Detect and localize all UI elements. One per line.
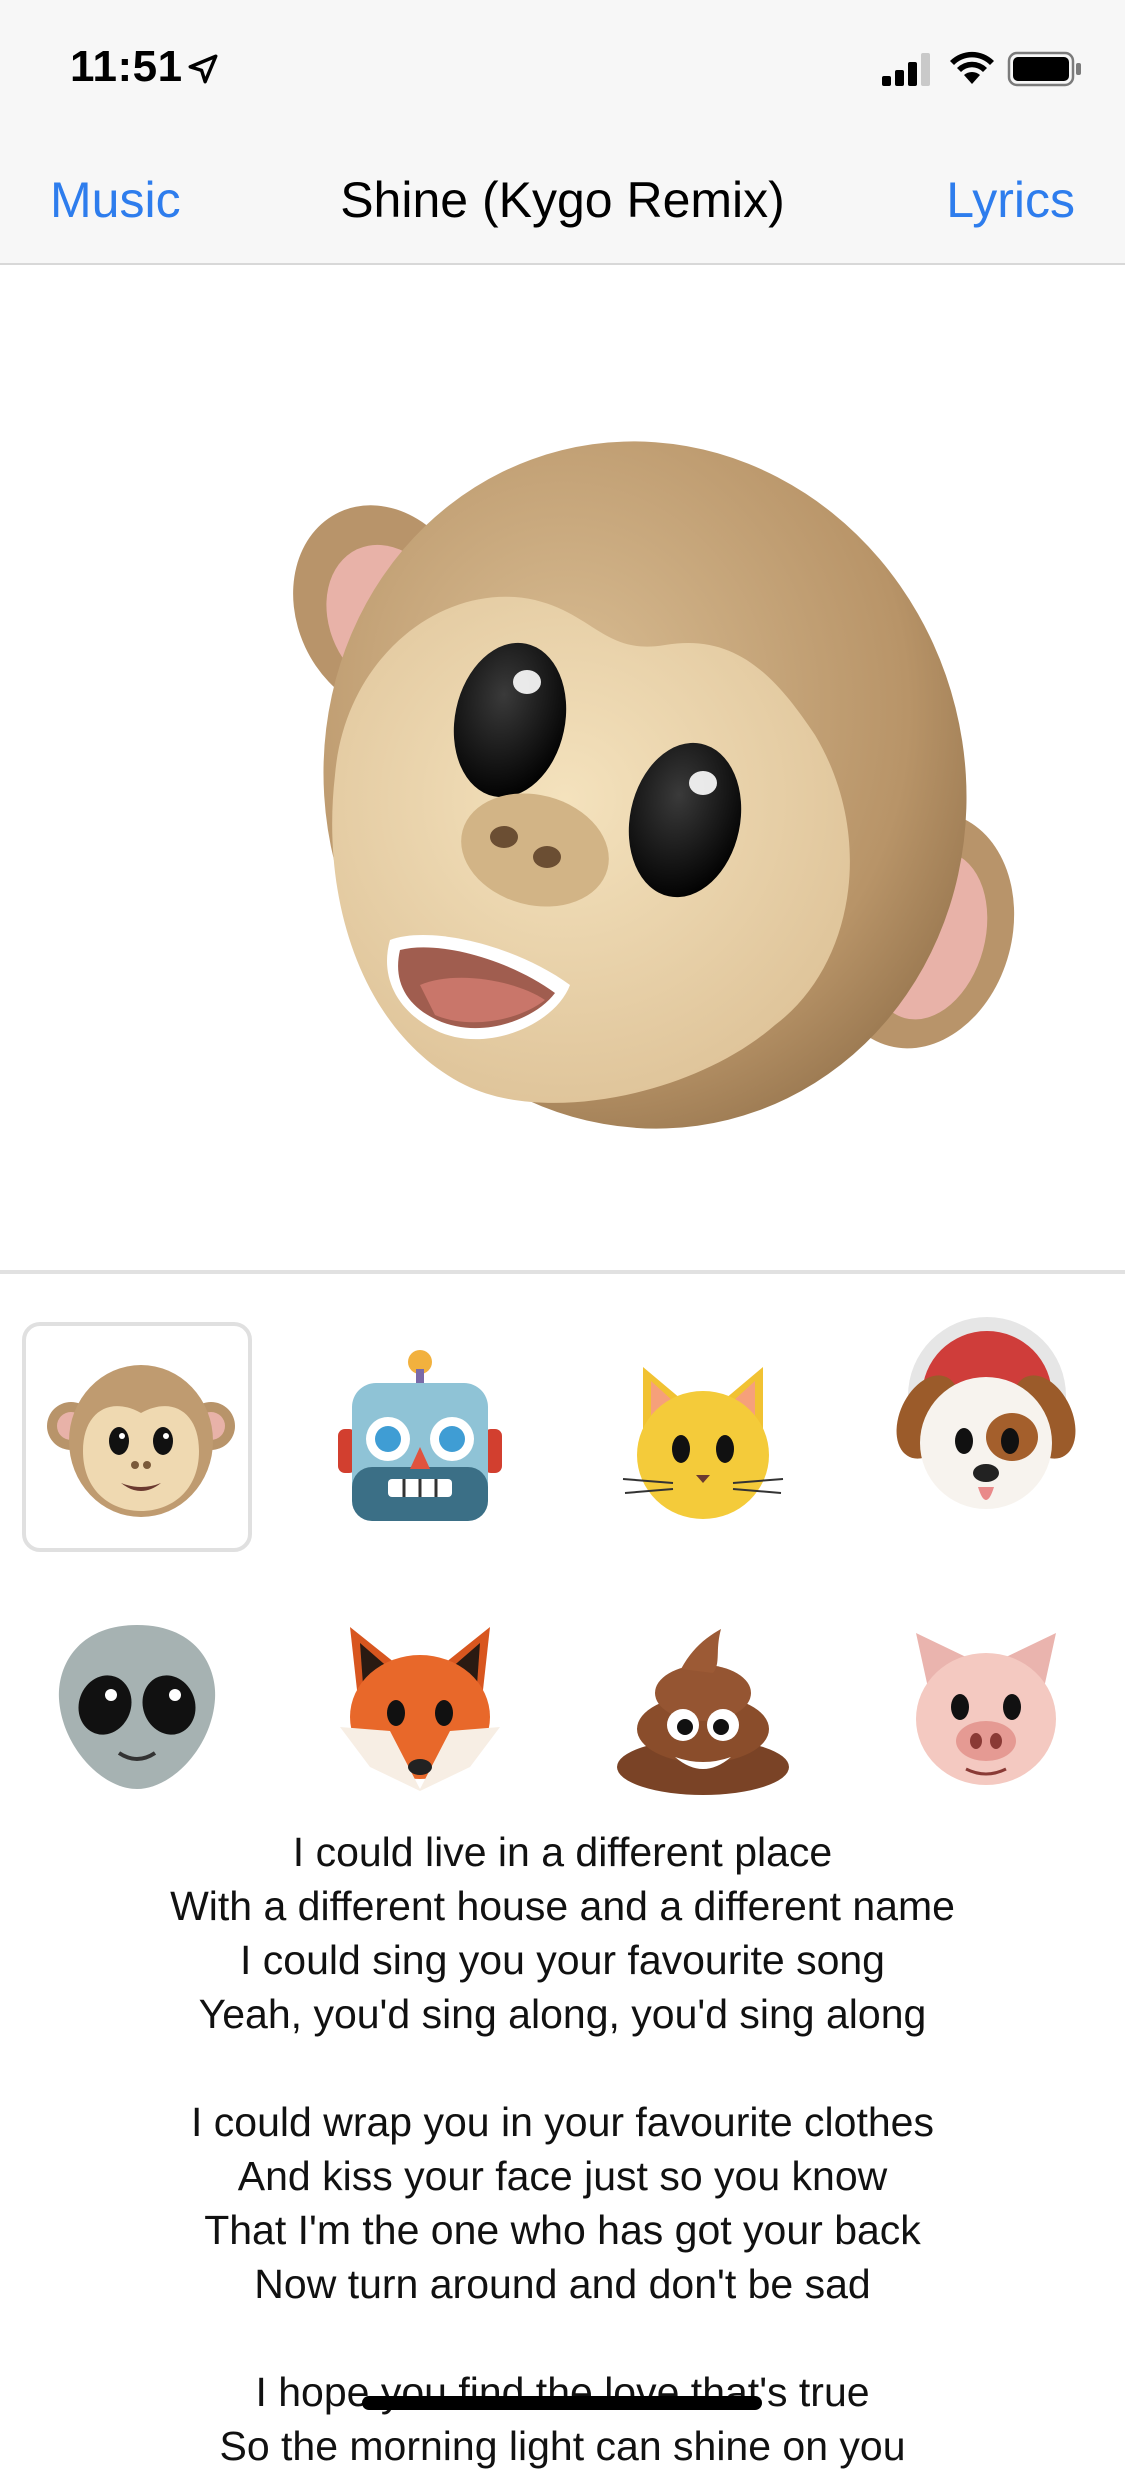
robot-icon (338, 1350, 502, 1521)
monkey-icon (47, 1365, 235, 1517)
animoji-picker (0, 1274, 1125, 1834)
alien-icon (58, 1625, 216, 1789)
status-bar: 11:51 (0, 0, 1125, 135)
poop-icon (617, 1629, 789, 1795)
animoji-monkey[interactable] (22, 1322, 252, 1552)
lyric-line: With a different house and a different n… (170, 1883, 955, 1929)
navigation-bar: Music Shine (Kygo Remix) Lyrics (0, 135, 1125, 265)
lyric-line: I hope you find the love that's true (255, 2369, 870, 2415)
lyric-line: And kiss your face just so you know (237, 2153, 888, 2199)
lyric-line: So the morning light can shine on you (219, 2423, 906, 2469)
battery-icon (1007, 51, 1081, 87)
animoji-cat[interactable] (588, 1322, 818, 1552)
animoji-preview (0, 265, 1125, 1475)
animoji-pig[interactable] (871, 1592, 1101, 1822)
animoji-robot[interactable] (305, 1322, 535, 1552)
music-back-button[interactable]: Music (50, 171, 181, 229)
stanza-gap (0, 2041, 1125, 2095)
dog-icon (896, 1375, 1076, 1509)
location-arrow-icon (188, 54, 218, 84)
lyric-line: That I'm the one who has got your back (204, 2207, 921, 2253)
stanza-gap (0, 2311, 1125, 2365)
fox-icon (340, 1627, 500, 1791)
lyric-line: Now turn around and don't be sad (254, 2261, 871, 2307)
cat-icon (622, 1367, 784, 1519)
animoji-fox[interactable] (305, 1592, 535, 1822)
animoji-poop[interactable] (588, 1592, 818, 1822)
lyrics-text: I could live in a different place With a… (0, 1825, 1125, 2473)
monkey-animoji-preview-icon (293, 441, 1015, 1129)
animoji-alien[interactable] (22, 1592, 252, 1822)
lyric-line: I could wrap you in your favourite cloth… (191, 2099, 934, 2145)
lyrics-button[interactable]: Lyrics (946, 171, 1075, 229)
lyric-line: Yeah, you'd sing along, you'd sing along (198, 1991, 927, 2037)
wifi-icon (950, 51, 994, 84)
home-indicator[interactable] (362, 2396, 762, 2410)
lyric-line: I could sing you your favourite song (240, 1937, 885, 1983)
pig-icon (916, 1633, 1056, 1785)
lyric-line: I could live in a different place (292, 1829, 833, 1875)
cellular-signal-icon (882, 53, 930, 86)
animoji-dog[interactable] (871, 1322, 1101, 1552)
status-time: 11:51 (70, 42, 183, 91)
